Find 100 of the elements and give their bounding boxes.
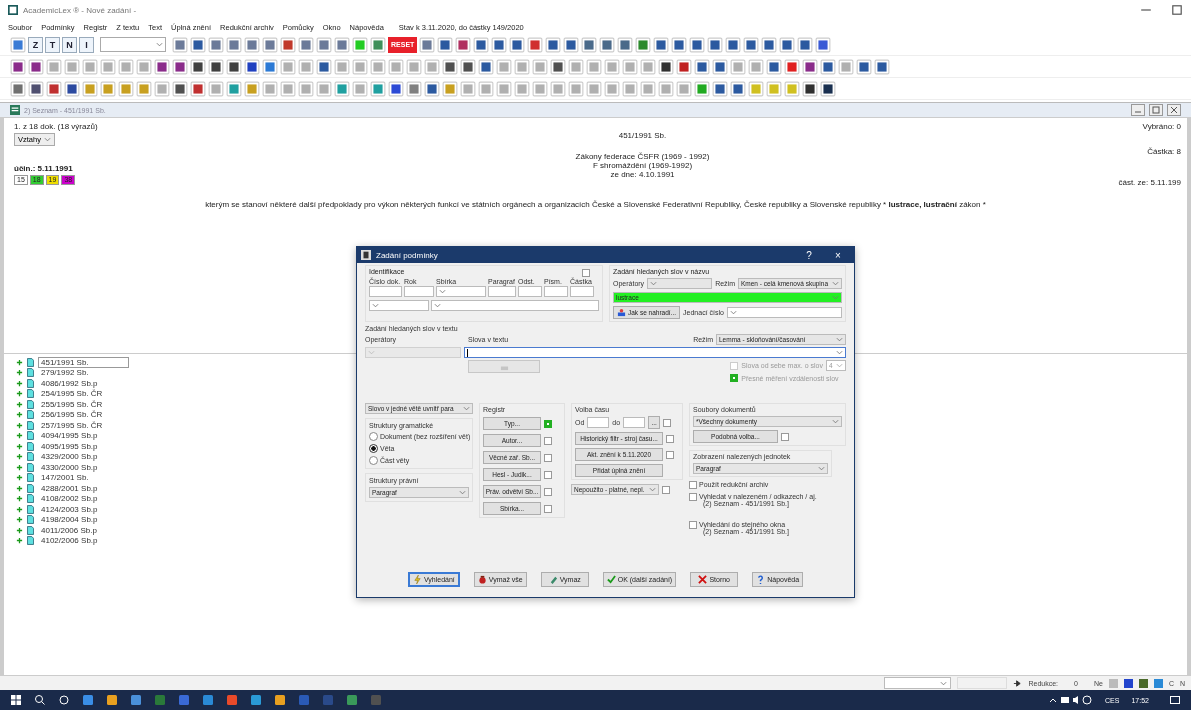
toolbar-icon[interactable] <box>550 58 566 75</box>
taskbar-app-icon[interactable] <box>178 694 190 706</box>
toolbar-icon[interactable] <box>689 36 706 53</box>
document-list-item[interactable]: 254/1995 Sb. ČR <box>38 388 106 400</box>
toolbar-icon[interactable] <box>658 58 674 75</box>
taskbar-app-icon[interactable] <box>130 694 142 706</box>
toolbar-icon[interactable] <box>190 80 206 97</box>
expand-icon[interactable] <box>16 390 23 398</box>
input-field[interactable] <box>488 286 516 297</box>
expand-icon[interactable] <box>16 358 23 366</box>
checkbox[interactable] <box>666 434 674 443</box>
document-list-item[interactable]: 255/1995 Sb. ČR <box>38 398 106 410</box>
toolbar-icon[interactable] <box>455 36 472 53</box>
taskbar-app-icon[interactable] <box>346 694 358 706</box>
search-icon[interactable] <box>34 694 46 706</box>
toolbar-icon[interactable] <box>730 80 746 97</box>
toolbar-icon[interactable] <box>617 36 634 53</box>
toolbar-icon[interactable] <box>226 58 242 75</box>
expand-icon[interactable] <box>16 432 23 440</box>
radio-button[interactable] <box>369 432 378 441</box>
toolbar-icon[interactable] <box>28 58 44 75</box>
taskbar-app-icon[interactable] <box>226 694 238 706</box>
input-field[interactable] <box>369 286 402 297</box>
checkbox[interactable] <box>730 374 739 382</box>
expand-icon[interactable] <box>16 463 23 471</box>
toolbar-icon[interactable] <box>545 36 562 53</box>
toolbar-icon[interactable] <box>442 58 458 75</box>
toolbar-button[interactable]: Z <box>28 36 43 53</box>
document-list-item[interactable]: 4288/2001 Sb.p <box>38 482 104 494</box>
notification-icon[interactable] <box>1169 694 1181 706</box>
toolbar-icon[interactable] <box>208 58 224 75</box>
toolbar-button[interactable]: N <box>62 36 77 53</box>
document-list-item[interactable]: 257/1995 Sb. ČR <box>38 419 106 431</box>
start-icon[interactable] <box>10 694 22 706</box>
minimize-icon[interactable] <box>1131 104 1145 116</box>
checkbox[interactable] <box>730 361 739 370</box>
taskbar-app-icon[interactable] <box>202 694 214 706</box>
toolbar-icon[interactable] <box>581 36 598 53</box>
tray-icons[interactable] <box>1049 694 1094 706</box>
document-list-item[interactable]: 279/1992 Sb. <box>38 367 104 379</box>
expand-icon[interactable] <box>16 495 23 503</box>
close-icon[interactable] <box>1167 104 1181 116</box>
toolbar-icon[interactable] <box>815 36 832 53</box>
input-field[interactable] <box>404 286 434 297</box>
toolbar-icon[interactable] <box>874 58 890 75</box>
toolbar-icon[interactable] <box>653 36 670 53</box>
document-list-item[interactable]: 4108/2002 Sb.p <box>38 493 104 505</box>
toolbar-icon[interactable] <box>820 80 836 97</box>
radio-button[interactable] <box>369 456 378 465</box>
toolbar-icon[interactable] <box>779 36 796 53</box>
input-field[interactable] <box>544 286 568 297</box>
toolbar-icon[interactable] <box>707 36 724 53</box>
taskbar-app-icon[interactable] <box>82 694 94 706</box>
document-list-item[interactable]: 256/1995 Sb. ČR <box>38 409 106 421</box>
expand-icon[interactable] <box>16 526 23 534</box>
toolbar-icon[interactable] <box>797 36 814 53</box>
document-list-item[interactable]: 4124/2003 Sb.p <box>38 503 104 515</box>
expand-icon[interactable] <box>16 379 23 387</box>
toolbar-icon[interactable] <box>725 36 742 53</box>
checkbox[interactable] <box>689 521 697 529</box>
checkbox[interactable] <box>544 504 552 513</box>
checkbox[interactable] <box>544 470 552 479</box>
toolbar-icon[interactable] <box>856 58 872 75</box>
input-field[interactable] <box>518 286 542 297</box>
expand-icon[interactable] <box>16 516 23 524</box>
radio-button[interactable] <box>369 444 378 453</box>
toolbar-icon[interactable] <box>802 58 818 75</box>
toolbar-icon[interactable] <box>28 80 44 97</box>
toolbar-icon[interactable] <box>761 36 778 53</box>
toolbar-icon[interactable] <box>820 58 836 75</box>
expand-icon[interactable] <box>16 505 23 513</box>
toolbar-icon[interactable] <box>424 80 440 97</box>
toolbar-icon[interactable] <box>766 58 782 75</box>
document-list-item[interactable]: 4198/2004 Sb.p <box>38 514 104 526</box>
checkbox[interactable] <box>663 418 672 427</box>
toolbar-icon[interactable] <box>676 58 692 75</box>
checkbox[interactable] <box>582 269 590 277</box>
input-field[interactable] <box>436 286 486 297</box>
restore-icon[interactable] <box>1149 104 1163 116</box>
document-list-item[interactable]: 4102/2006 Sb.p <box>38 535 104 547</box>
expand-icon[interactable] <box>16 421 23 429</box>
toolbar-icon[interactable] <box>388 80 404 97</box>
checkbox[interactable] <box>662 485 670 494</box>
checkbox[interactable] <box>544 487 552 496</box>
document-list-item[interactable]: 4086/1992 Sb.p <box>38 377 104 389</box>
checkbox[interactable] <box>544 419 552 428</box>
expand-icon[interactable] <box>16 442 23 450</box>
dropdown[interactable] <box>369 300 429 311</box>
checkbox[interactable] <box>781 432 789 441</box>
document-list-item[interactable]: 4329/2000 Sb.p <box>38 451 104 463</box>
status-combo[interactable] <box>884 677 952 689</box>
expand-icon[interactable] <box>16 484 23 492</box>
toolbar-icon[interactable] <box>64 80 80 97</box>
toolbar-icon[interactable] <box>46 80 62 97</box>
expand-icon[interactable] <box>16 453 23 461</box>
toolbar-icon[interactable] <box>509 36 526 53</box>
checkbox[interactable] <box>666 450 674 459</box>
taskbar-app-icon[interactable] <box>274 694 286 706</box>
text-words-field[interactable] <box>464 347 846 358</box>
expand-icon[interactable] <box>16 474 23 482</box>
